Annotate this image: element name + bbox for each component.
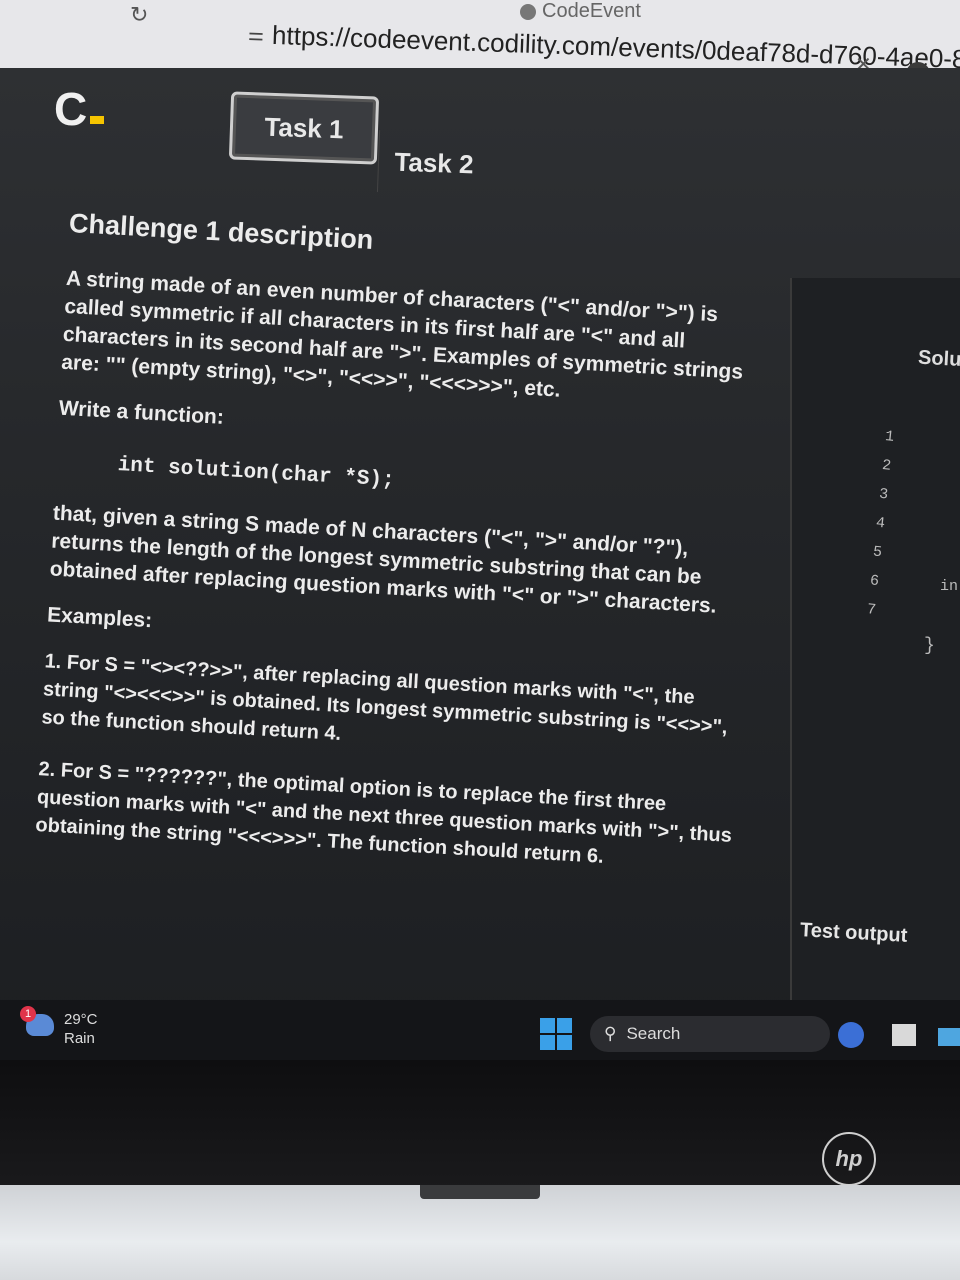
hinge-notch [420, 1185, 540, 1199]
tab-task-2-label: Task 2 [394, 146, 475, 179]
windows-start-icon[interactable] [540, 1018, 572, 1050]
favicon-icon [520, 3, 536, 20]
task-description: Challenge 1 description A string made of… [33, 208, 769, 902]
example-item: 2. For S = "??????", the optimal option … [34, 758, 733, 868]
line-number: 4 [875, 514, 886, 533]
brand-text: hp [835, 1146, 863, 1171]
logo-cursor [90, 116, 105, 124]
tab-task-1[interactable]: Task 1 [228, 91, 380, 165]
tab-task-2[interactable]: Task 2 [376, 130, 491, 196]
solution-panel: Solut 1 2 3 4 5 6 7 in } Test output [790, 278, 960, 1018]
rain-cloud-icon: 1 [20, 1006, 54, 1036]
line-number: 5 [872, 543, 883, 562]
taskbar-search[interactable]: ⚲ Search [590, 1016, 830, 1052]
solution-label: Solut [917, 346, 960, 372]
tab-task-1-label: Task 1 [264, 111, 345, 144]
laptop-hinge [0, 1185, 960, 1280]
code-editor-text[interactable]: } [924, 636, 935, 656]
taskbar-app-icon[interactable] [892, 1024, 916, 1046]
site-info-icon[interactable]: ⚌ [248, 24, 263, 45]
examples-list: 1. For S = "<><??>>", after replacing al… [35, 647, 745, 878]
function-signature: int solution(char *S); [117, 454, 396, 493]
codility-logo[interactable]: C [54, 82, 105, 136]
taskbar-app-icon[interactable] [938, 1028, 960, 1046]
challenge-heading: Challenge 1 description [68, 208, 375, 255]
example-item: 1. For S = "<><??>>", after replacing al… [40, 650, 729, 745]
hp-logo: hp [822, 1132, 876, 1186]
test-output-label: Test output [799, 919, 908, 947]
task-requirement: that, given a string S made of N charact… [49, 501, 718, 618]
line-number: 1 [884, 428, 895, 446]
codility-app: C Task 1 Task 2 Challenge 1 description … [0, 68, 960, 1028]
browser-tab[interactable]: CodeEvent [520, 0, 641, 23]
line-number: 7 [866, 601, 877, 619]
taskbar: 1 29°C Rain ⚲ Search [0, 1000, 960, 1060]
temperature: 29°C [64, 1011, 98, 1028]
weather-widget[interactable]: 1 29°C Rain [20, 1006, 98, 1048]
laptop-bezel: hp [0, 1060, 960, 1190]
logo-letter: C [54, 83, 88, 135]
description-paragraph: A string made of an even number of chara… [60, 266, 744, 402]
line-number: 3 [878, 485, 889, 504]
code-editor-text[interactable]: in [940, 578, 958, 595]
reload-icon[interactable]: ↻ [130, 2, 148, 28]
line-number: 2 [881, 456, 892, 475]
notification-badge: 1 [20, 1006, 36, 1022]
line-numbers: 1 2 3 4 5 6 7 [865, 422, 895, 625]
search-label: Search [626, 1024, 681, 1043]
taskbar-app-icon[interactable] [838, 1022, 864, 1048]
weather-condition: Rain [64, 1030, 95, 1047]
search-icon: ⚲ [604, 1024, 617, 1043]
line-number: 6 [869, 572, 880, 591]
tab-title: CodeEvent [542, 0, 641, 22]
browser-toolbar: ↻ CodeEvent ⚌ https://codeevent.codility… [0, 0, 960, 86]
